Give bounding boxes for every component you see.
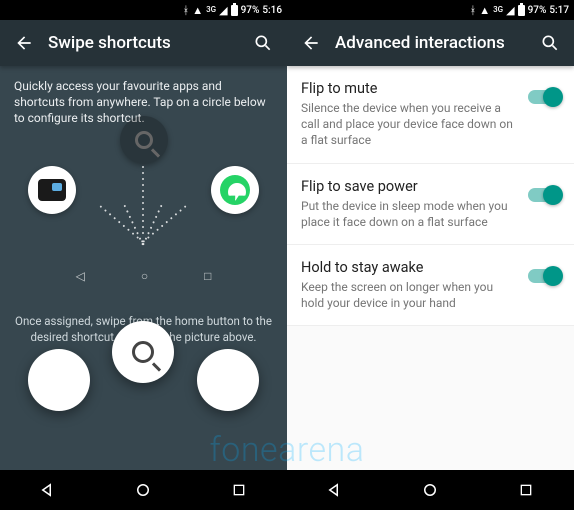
search-icon bbox=[540, 33, 560, 53]
signal-icon: ◢ bbox=[506, 5, 514, 16]
status-bar: ᚼ ▲ 3G ◢ 97% 5:16 bbox=[0, 0, 287, 20]
battery-icon bbox=[231, 5, 238, 16]
setting-flip-to-mute[interactable]: Flip to mute Silence the device when you… bbox=[287, 66, 574, 164]
bbm-icon bbox=[43, 367, 75, 393]
screen-swipe-shortcuts: ᚼ ▲ 3G ◢ 97% 5:16 Swipe shortcuts Quickl… bbox=[0, 0, 287, 510]
bluetooth-icon: ᚼ bbox=[183, 5, 190, 16]
battery-pct: 97% bbox=[528, 5, 547, 16]
setting-subtitle: Silence the device when you receive a ca… bbox=[301, 100, 518, 149]
page-title: Advanced interactions bbox=[327, 33, 534, 53]
search-icon bbox=[132, 341, 154, 363]
network-label: 3G bbox=[206, 6, 216, 14]
shortcut-big-row bbox=[0, 321, 287, 411]
shortcut-slot-left[interactable] bbox=[28, 166, 76, 214]
nav-recent-button[interactable] bbox=[506, 470, 546, 510]
toggle-switch[interactable] bbox=[528, 90, 560, 104]
battery-icon bbox=[518, 5, 525, 16]
screen-advanced-interactions: ᚼ ▲ 3G ◢ 97% 5:17 Advanced interactions … bbox=[287, 0, 574, 510]
setting-text: Flip to save power Put the device in sle… bbox=[301, 178, 518, 230]
back-icon bbox=[326, 481, 344, 499]
home-icon bbox=[421, 481, 439, 499]
navigation-bar bbox=[0, 470, 287, 510]
search-button[interactable] bbox=[534, 27, 566, 59]
home-outline-icon: ○ bbox=[141, 268, 148, 284]
nav-hint: ◁ ○ □ bbox=[0, 268, 287, 284]
app-bar: Swipe shortcuts bbox=[0, 20, 287, 66]
toggle-switch[interactable] bbox=[528, 269, 560, 283]
shortcut-slot-right[interactable] bbox=[211, 166, 259, 214]
shortcut-arc: ◁ ○ □ bbox=[0, 106, 287, 286]
search-button[interactable] bbox=[247, 27, 279, 59]
setting-subtitle: Keep the screen on longer when you hold … bbox=[301, 279, 518, 311]
setting-hold-to-stay-awake[interactable]: Hold to stay awake Keep the screen on lo… bbox=[287, 245, 574, 326]
setting-text: Hold to stay awake Keep the screen on lo… bbox=[301, 259, 518, 311]
back-button[interactable] bbox=[295, 27, 327, 59]
big-shortcut-left[interactable] bbox=[28, 349, 90, 411]
recent-icon bbox=[518, 482, 534, 498]
app-bar: Advanced interactions bbox=[287, 20, 574, 66]
arrow-back-icon bbox=[301, 33, 321, 53]
setting-title: Flip to save power bbox=[301, 178, 518, 195]
settings-list: Flip to mute Silence the device when you… bbox=[287, 66, 574, 470]
back-button[interactable] bbox=[8, 27, 40, 59]
wifi-icon: ▲ bbox=[192, 5, 203, 16]
setting-flip-to-save-power[interactable]: Flip to save power Put the device in sle… bbox=[287, 164, 574, 245]
whatsapp-icon bbox=[220, 175, 250, 205]
signal-icon: ◢ bbox=[219, 5, 227, 16]
dotted-guides bbox=[143, 256, 145, 258]
recent-icon bbox=[231, 482, 247, 498]
big-shortcut-center[interactable] bbox=[112, 321, 174, 383]
setting-text: Flip to mute Silence the device when you… bbox=[301, 80, 518, 149]
page-title: Swipe shortcuts bbox=[40, 33, 247, 53]
network-label: 3G bbox=[493, 6, 503, 14]
toggle-switch[interactable] bbox=[528, 188, 560, 202]
big-shortcut-right[interactable] bbox=[197, 349, 259, 411]
back-icon bbox=[39, 481, 57, 499]
setting-title: Flip to mute bbox=[301, 80, 518, 97]
shortcut-slot-center[interactable] bbox=[120, 116, 168, 164]
status-bar: ᚼ ▲ 3G ◢ 97% 5:17 bbox=[287, 0, 574, 20]
recent-outline-icon: □ bbox=[204, 268, 211, 284]
clock: 5:17 bbox=[549, 5, 569, 16]
bbm-icon bbox=[38, 179, 66, 201]
clock: 5:16 bbox=[262, 5, 282, 16]
nav-home-button[interactable] bbox=[123, 470, 163, 510]
content-area: Quickly access your favourite apps and s… bbox=[0, 66, 287, 470]
search-icon bbox=[253, 33, 273, 53]
nav-back-button[interactable] bbox=[28, 470, 68, 510]
setting-title: Hold to stay awake bbox=[301, 259, 518, 276]
search-icon bbox=[135, 131, 153, 149]
nav-home-button[interactable] bbox=[410, 470, 450, 510]
setting-subtitle: Put the device in sleep mode when you pl… bbox=[301, 198, 518, 230]
battery-pct: 97% bbox=[241, 5, 260, 16]
wifi-icon: ▲ bbox=[479, 5, 490, 16]
arrow-back-icon bbox=[14, 33, 34, 53]
bluetooth-icon: ᚼ bbox=[470, 5, 477, 16]
nav-back-button[interactable] bbox=[315, 470, 355, 510]
nav-recent-button[interactable] bbox=[219, 470, 259, 510]
whatsapp-icon bbox=[210, 362, 246, 398]
back-outline-icon: ◁ bbox=[76, 268, 85, 284]
navigation-bar bbox=[287, 470, 574, 510]
home-icon bbox=[134, 481, 152, 499]
